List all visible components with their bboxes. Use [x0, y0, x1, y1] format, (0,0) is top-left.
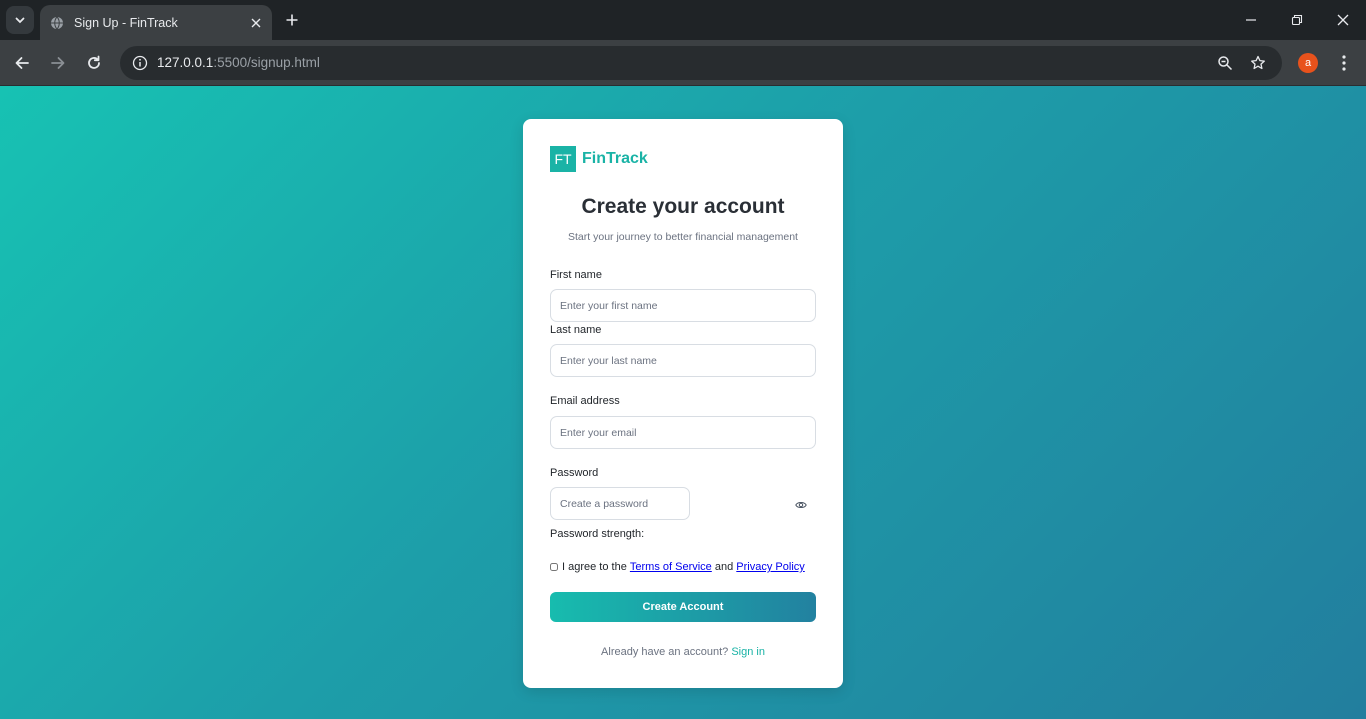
new-tab-button[interactable]	[280, 8, 304, 32]
more-vert-icon	[1342, 55, 1346, 71]
brand-logo: FT FinTrack	[550, 146, 648, 172]
password-label: Password	[550, 467, 599, 479]
agree-prefix: I agree to the	[562, 561, 627, 573]
minimize-icon	[1246, 19, 1256, 21]
reload-icon	[88, 55, 100, 69]
agree-and: and	[714, 561, 734, 573]
signin-prompt-text: Already have an account?	[601, 646, 729, 658]
privacy-link[interactable]: Privacy Policy	[736, 561, 804, 573]
url-host: 127.0.0.1	[157, 55, 214, 70]
back-button[interactable]	[8, 49, 36, 77]
close-tab-icon[interactable]	[246, 13, 266, 33]
first-name-label: First name	[550, 269, 602, 281]
url-path: :5500/signup.html	[213, 55, 320, 70]
bookmark-star-icon[interactable]	[1246, 51, 1270, 75]
restore-icon	[1291, 14, 1303, 26]
signin-prompt: Already have an account? Sign in	[523, 646, 843, 658]
tab-title: Sign Up - FinTrack	[74, 15, 178, 30]
first-name-input[interactable]	[550, 289, 816, 322]
chevron-down-icon	[15, 17, 25, 24]
signup-card: FT FinTrack Create your account Start yo…	[523, 119, 843, 688]
tab-search-button[interactable]	[6, 6, 34, 34]
brand-mark: FT	[550, 146, 576, 172]
browser-tab[interactable]: Sign Up - FinTrack	[40, 5, 272, 40]
browser-tab-bar: Sign Up - FinTrack	[0, 0, 1366, 40]
close-icon	[1337, 14, 1349, 26]
password-strength-label: Password strength:	[550, 528, 645, 540]
terms-link[interactable]: Terms of Service	[630, 561, 712, 573]
globe-icon	[50, 16, 64, 30]
minimize-button[interactable]	[1237, 6, 1265, 34]
reload-button[interactable]	[80, 49, 108, 77]
email-input[interactable]	[550, 416, 816, 449]
restore-button[interactable]	[1283, 6, 1311, 34]
profile-avatar[interactable]: a	[1298, 53, 1318, 73]
brand-name: FinTrack	[582, 150, 648, 167]
url-text: 127.0.0.1:5500/signup.html	[157, 55, 320, 70]
close-window-button[interactable]	[1329, 6, 1357, 34]
email-label: Email address	[550, 395, 620, 407]
terms-agreement: I agree to the Terms of Service and Priv…	[550, 561, 805, 573]
eye-icon[interactable]	[794, 498, 808, 512]
password-input[interactable]	[550, 487, 690, 520]
create-account-button[interactable]: Create Account	[550, 592, 816, 622]
browser-menu-button[interactable]	[1332, 49, 1356, 77]
signin-link[interactable]: Sign in	[731, 646, 765, 658]
last-name-input[interactable]	[550, 344, 816, 377]
zoom-icon[interactable]	[1213, 51, 1237, 75]
address-bar[interactable]: 127.0.0.1:5500/signup.html	[120, 46, 1282, 80]
forward-button[interactable]	[44, 49, 72, 77]
plus-icon	[286, 14, 298, 26]
site-info-icon[interactable]	[128, 51, 152, 75]
last-name-label: Last name	[550, 324, 602, 336]
terms-checkbox[interactable]	[550, 563, 558, 571]
page-title: Create your account	[581, 195, 785, 218]
arrow-right-icon	[51, 57, 65, 69]
arrow-left-icon	[15, 57, 29, 69]
browser-toolbar: 127.0.0.1:5500/signup.html	[0, 40, 1366, 86]
page-background: FT FinTrack Create your account Start yo…	[0, 86, 1366, 719]
page-subtitle: Start your journey to better financial m…	[568, 231, 798, 243]
